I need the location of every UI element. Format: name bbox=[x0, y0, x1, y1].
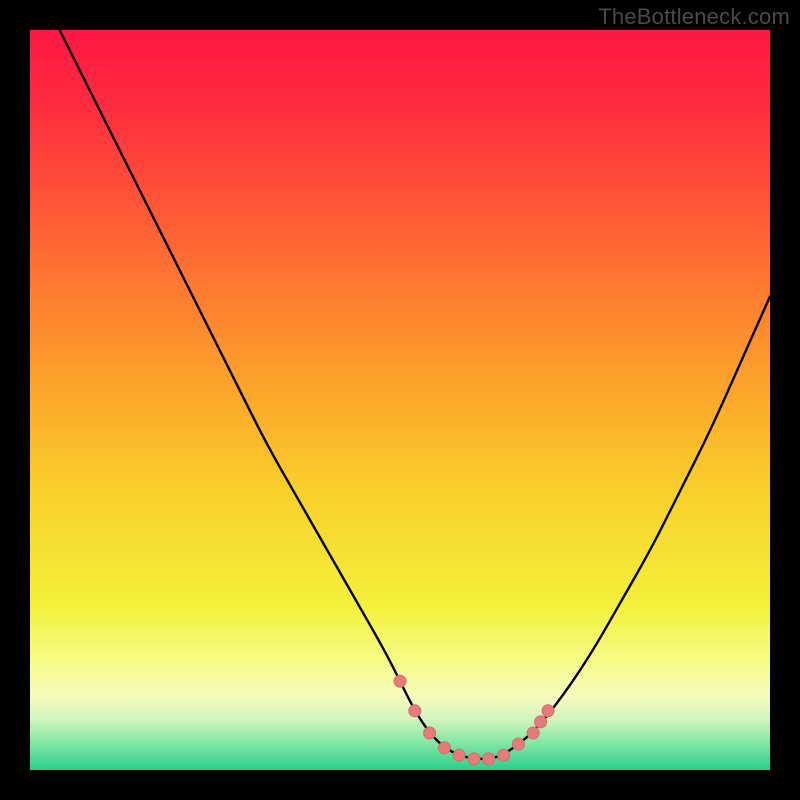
chart-frame: TheBottleneck.com bbox=[0, 0, 800, 800]
curve-marker bbox=[424, 727, 436, 739]
curve-marker bbox=[527, 727, 539, 739]
curve-marker bbox=[438, 742, 450, 754]
curve-marker bbox=[542, 705, 554, 717]
watermark-text: TheBottleneck.com bbox=[598, 4, 790, 30]
gradient-background bbox=[30, 30, 770, 770]
curve-marker bbox=[453, 749, 465, 761]
curve-marker bbox=[498, 749, 510, 761]
curve-marker bbox=[409, 705, 421, 717]
curve-marker bbox=[483, 753, 495, 765]
curve-marker bbox=[535, 716, 547, 728]
curve-marker bbox=[512, 738, 524, 750]
bottleneck-chart bbox=[30, 30, 770, 770]
curve-marker bbox=[394, 675, 406, 687]
curve-marker bbox=[468, 753, 480, 765]
